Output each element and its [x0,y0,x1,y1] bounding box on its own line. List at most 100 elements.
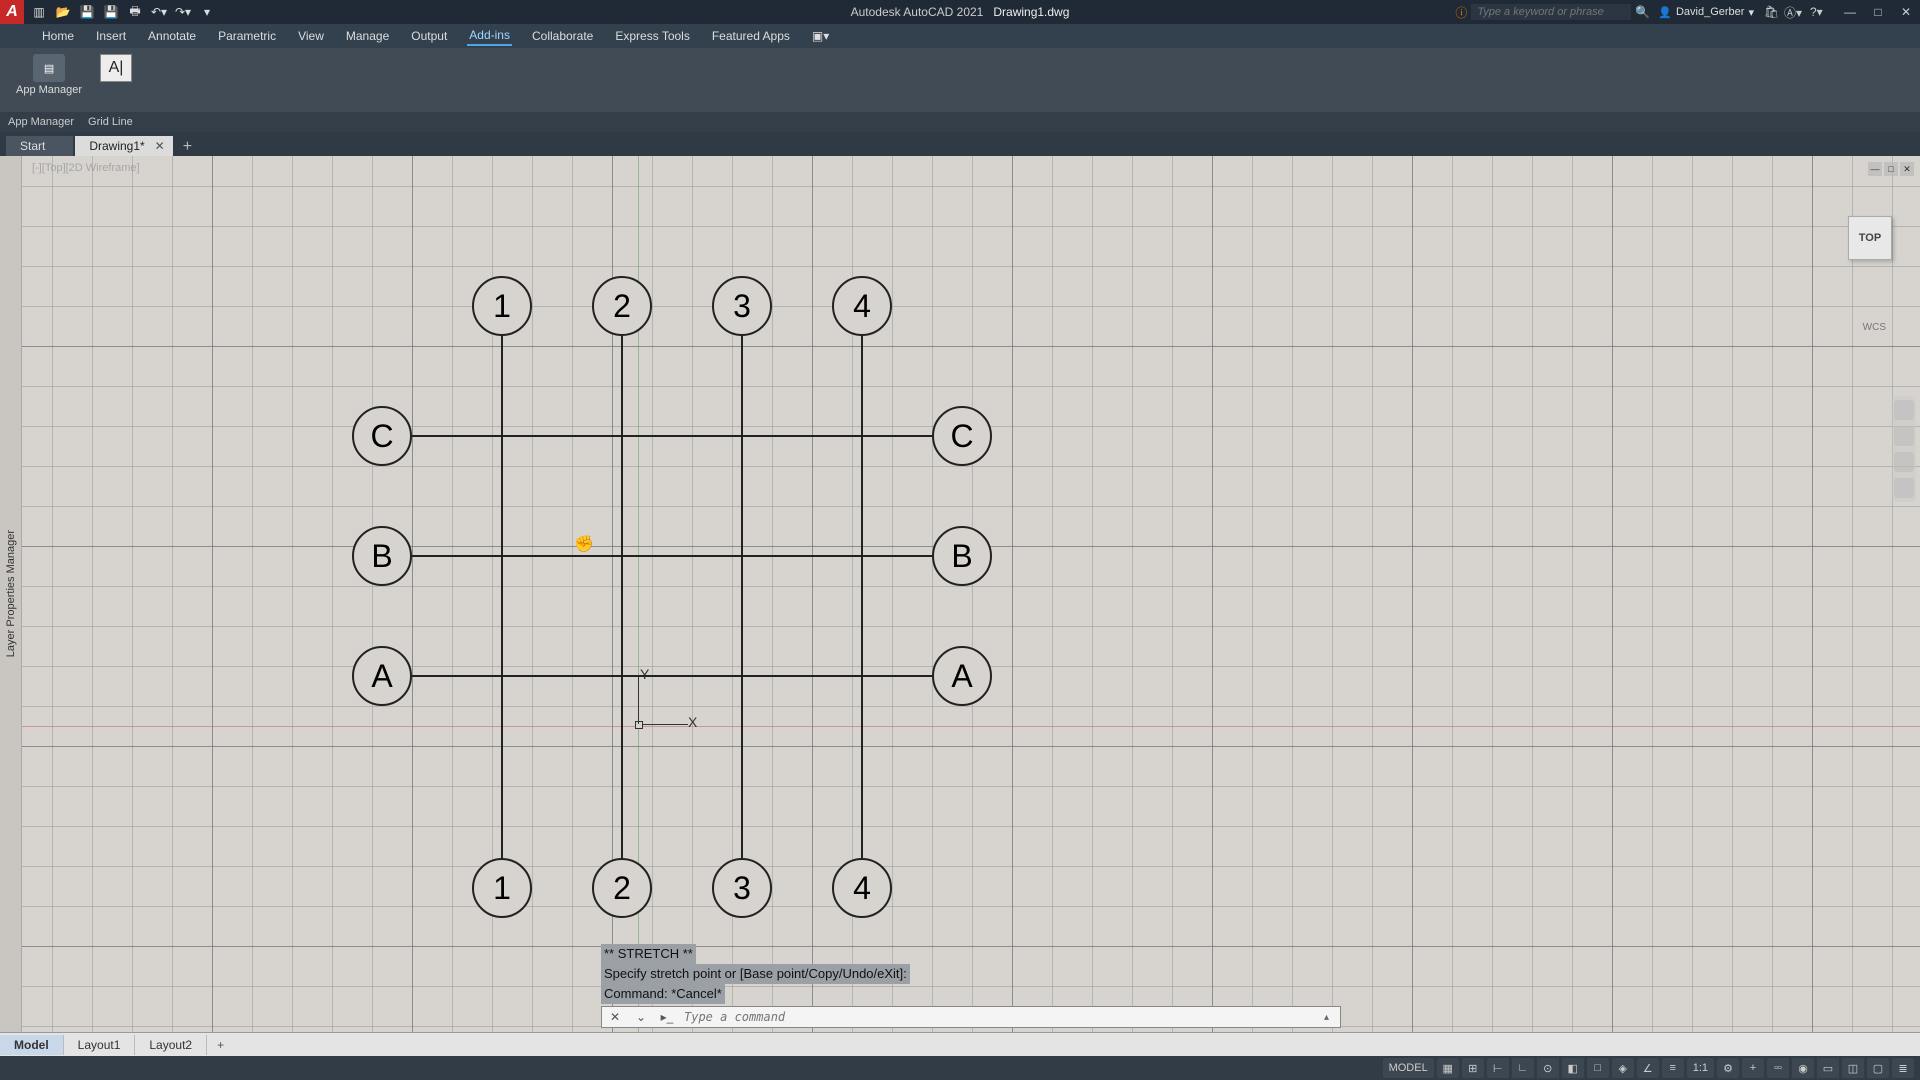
save-icon[interactable]: 💾 [78,3,96,21]
maximize-button[interactable]: □ [1864,0,1892,24]
nav-pan-icon[interactable] [1894,426,1914,446]
lineweight-toggle-icon[interactable]: ≡ [1662,1058,1684,1078]
infer-toggle-icon[interactable]: ⊢ [1487,1058,1509,1078]
app-logo-icon[interactable]: A [0,0,24,24]
recent-cmd-icon[interactable]: ▴ [1324,1012,1340,1023]
minimize-button[interactable]: — [1836,0,1864,24]
polar-toggle-icon[interactable]: ⊙ [1537,1058,1559,1078]
open-icon[interactable]: 📂 [54,3,72,21]
cleanscreen-icon[interactable]: ▢ [1867,1058,1889,1078]
viewcube[interactable]: TOP [1848,216,1892,260]
new-icon[interactable]: ▥ [30,3,48,21]
layout-tab-model[interactable]: Model [0,1035,64,1055]
ortho-toggle-icon[interactable]: ∟ [1512,1058,1534,1078]
ribbon-panel-row: ▤ App Manager A| [0,48,1920,112]
grid-bubble-row-left-B: B [352,526,412,586]
plus-status-icon[interactable]: + [1742,1058,1764,1078]
chevron-down-icon: ▾ [1748,6,1754,19]
app-manager-icon: ▤ [33,54,65,82]
plot-icon[interactable]: 🖶 [126,3,144,21]
ribbon-tab-home[interactable]: Home [40,27,76,45]
app-name: Autodesk AutoCAD 2021 [851,5,984,19]
vp-minimize[interactable]: — [1868,162,1882,176]
navigation-bar [1892,396,1916,502]
user-account[interactable]: 👤 David_Gerber ▾ [1658,6,1754,19]
add-layout-button[interactable]: + [207,1038,234,1052]
panel-title-gridline: Grid Line [88,116,133,128]
close-button[interactable]: ✕ [1892,0,1920,24]
qat-more-icon[interactable]: ▾ [198,3,216,21]
drawing-tab[interactable]: Drawing1* ✕ [75,136,172,156]
ribbon-tab-express-tools[interactable]: Express Tools [613,27,691,45]
grid-line-panel[interactable]: A| [92,54,140,82]
ribbon-tab-manage[interactable]: Manage [344,27,391,45]
ribbon-tab-view[interactable]: View [296,27,326,45]
anno-scale[interactable]: 1:1 [1687,1058,1714,1078]
ribbon-tab-featured-apps[interactable]: Featured Apps [710,27,792,45]
ribbon-tab-parametric[interactable]: Parametric [216,27,278,45]
new-tab-button[interactable]: + [175,138,200,156]
close-cmd-icon[interactable]: ✕ [606,1008,624,1026]
anno-monitor-icon[interactable]: ◉ [1792,1058,1814,1078]
axis-x-line [22,726,1920,727]
layer-properties-palette-tab[interactable]: Layer Properties Manager [0,156,22,1032]
vp-close[interactable]: ✕ [1900,162,1914,176]
ribbon-tab-output[interactable]: Output [409,27,449,45]
vp-maximize[interactable]: □ [1884,162,1898,176]
hardware-accel-icon[interactable]: ▭ [1817,1058,1839,1078]
command-input-row: ✕ ⌄ ▸_ ▴ [601,1006,1341,1028]
ribbon-tab-add-ins[interactable]: Add-ins [467,26,512,46]
layout-tab-layout2[interactable]: Layout2 [135,1035,207,1055]
info-icon[interactable]: ⓘ [1455,4,1467,21]
app-store-icon[interactable]: 🛍 [1764,5,1784,19]
search-icon[interactable]: 🔍 [1635,5,1650,19]
grid-line-col-1 [501,336,503,858]
search-input[interactable] [1471,4,1631,20]
grid-toggle-icon[interactable]: ▦ [1437,1058,1459,1078]
gear-icon[interactable]: ⚙ [1717,1058,1739,1078]
saveas-icon[interactable]: 💾 [102,3,120,21]
redo-icon[interactable]: ↷▾ [174,3,192,21]
help-icon[interactable]: ?▾ [1810,5,1836,19]
user-name: David_Gerber [1676,6,1744,18]
command-input[interactable] [680,1010,1324,1024]
model-space-toggle[interactable]: MODEL [1383,1058,1434,1078]
layout-tab-layout1[interactable]: Layout1 [64,1035,136,1055]
customize-status-icon[interactable]: ≣ [1892,1058,1914,1078]
ribbon-tab-annotate[interactable]: Annotate [146,27,198,45]
ribbon-tab-insert[interactable]: Insert [94,27,128,45]
undo-icon[interactable]: ↶▾ [150,3,168,21]
grid-bubble-col-bottom-1: 1 [472,858,532,918]
snap-toggle-icon[interactable]: ⊞ [1462,1058,1484,1078]
nav-wheel-icon[interactable] [1894,400,1914,420]
command-history-line: Specify stretch point or [Base point/Cop… [601,964,910,984]
file-name: Drawing1.dwg [993,5,1069,19]
cmd-prompt-icon: ▸_ [658,1008,676,1026]
otrack-toggle-icon[interactable]: ∠ [1637,1058,1659,1078]
grid-bubble-row-right-C: C [932,406,992,466]
viewport-label[interactable]: [-][Top][2D Wireframe] [32,162,140,174]
start-tab[interactable]: Start [6,136,73,156]
command-line: ** STRETCH **Specify stretch point or [B… [601,944,1341,1028]
close-tab-icon[interactable]: ✕ [155,139,165,153]
nav-orbit-icon[interactable] [1894,478,1914,498]
3dosnap-toggle-icon[interactable]: ◈ [1612,1058,1634,1078]
command-history: ** STRETCH **Specify stretch point or [B… [601,944,1341,1004]
drawing-canvas[interactable]: [-][Top][2D Wireframe] — □ ✕ X Y ✊ TOP W… [22,156,1920,1032]
ribbon-more-icon[interactable]: ▣▾ [810,27,831,45]
grid-line-col-2 [621,336,623,858]
panel-label: App Manager [16,84,82,96]
grid-bubble-col-top-2: 2 [592,276,652,336]
isolate-icon[interactable]: ◫ [1842,1058,1864,1078]
grid-bubble-row-right-A: A [932,646,992,706]
osnap-toggle-icon[interactable]: □ [1587,1058,1609,1078]
wcs-label[interactable]: WCS [1863,322,1886,333]
ribbon-tab-collaborate[interactable]: Collaborate [530,27,595,45]
isodraft-toggle-icon[interactable]: ◧ [1562,1058,1584,1078]
nav-zoom-icon[interactable] [1894,452,1914,472]
customize-cmd-icon[interactable]: ⌄ [632,1008,650,1026]
app-manager-panel[interactable]: ▤ App Manager [8,54,90,96]
workspace-switch-icon[interactable]: ▫▫ [1767,1058,1789,1078]
autodesk-app-icon[interactable]: Ⓐ▾ [1784,4,1810,21]
layout-tabs: ModelLayout1Layout2+ [0,1032,1920,1056]
